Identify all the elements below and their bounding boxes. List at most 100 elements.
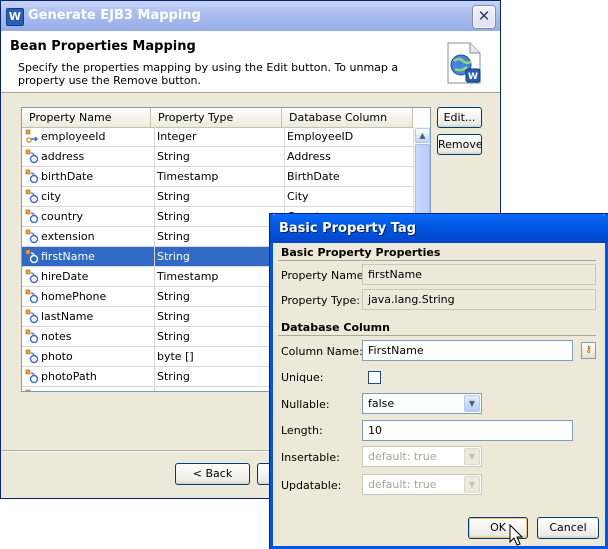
- property-type-cell: byte []: [154, 347, 281, 366]
- scroll-up-icon[interactable]: ▲: [415, 128, 430, 143]
- property-type-cell: Integer: [154, 127, 281, 146]
- edit-button[interactable]: Edit...: [437, 107, 482, 128]
- section-divider: [278, 335, 596, 336]
- property-type-cell: String: [154, 187, 281, 206]
- wizard-icon: W: [447, 42, 481, 84]
- database-column-cell: EmployeeID: [284, 127, 413, 146]
- basic-property-tag-dialog: Basic Property Tag Basic Property Proper…: [270, 214, 608, 549]
- property-name-label: Property Name:: [281, 269, 368, 282]
- wizard-banner: Bean Properties Mapping Specify the prop…: [1, 31, 500, 93]
- title-bar[interactable]: W Generate EJB3 Mapping ✕: [1, 1, 500, 31]
- chevron-down-icon[interactable]: ▼: [464, 395, 480, 412]
- property-type-text: String: [157, 150, 190, 163]
- property-type-field: java.lang.String: [362, 289, 596, 310]
- property-type-cell: Timestamp: [154, 267, 281, 286]
- property-icon: [25, 309, 39, 324]
- close-button[interactable]: ✕: [473, 6, 495, 28]
- window-title: Generate EJB3 Mapping: [28, 8, 201, 23]
- remove-button[interactable]: Remove: [437, 134, 483, 155]
- popup-title: Basic Property Tag: [279, 221, 416, 236]
- column-header-property-type[interactable]: Property Type: [151, 108, 282, 127]
- property-name-cell: birthDate: [41, 170, 94, 183]
- table-header: Property Name Property Type Database Col…: [22, 108, 413, 128]
- table-row[interactable]: city String City: [22, 187, 413, 207]
- property-type-text: String: [157, 250, 190, 263]
- property-type-text: String: [157, 190, 190, 203]
- property-name-cell: notes: [41, 330, 72, 343]
- insertable-value: default: true: [368, 450, 437, 463]
- property-name-cell: homePhone: [41, 290, 107, 303]
- property-type-label: Property Type:: [281, 294, 361, 307]
- database-column-text: EmployeeID: [287, 130, 354, 143]
- updatable-value: default: true: [368, 478, 437, 491]
- property-type-text: [155, 390, 157, 391]
- database-column-cell: City: [284, 187, 413, 206]
- property-icon: [25, 329, 39, 344]
- mouse-pointer-icon: [509, 524, 523, 546]
- table-row[interactable]: address String Address: [22, 147, 413, 167]
- database-column-text: Address: [287, 150, 331, 163]
- cancel-button[interactable]: Cancel: [537, 517, 599, 539]
- property-icon: [25, 269, 39, 284]
- length-input[interactable]: 10: [362, 420, 573, 441]
- property-type-cell: String: [154, 307, 281, 326]
- property-type-cell: String: [154, 327, 281, 346]
- database-column-cell: BirthDate: [284, 167, 413, 186]
- property-type-text: Integer: [157, 130, 197, 143]
- nullable-value: false: [368, 397, 395, 410]
- property-type-text: Timestamp: [157, 270, 219, 283]
- svg-text:W: W: [468, 72, 478, 82]
- property-type-text: String: [157, 230, 190, 243]
- property-name-cell: [41, 387, 149, 391]
- property-type-text: Timestamp: [157, 170, 219, 183]
- property-icon: [25, 249, 39, 264]
- chevron-down-icon: ▼: [464, 476, 480, 493]
- property-type-cell: [154, 387, 281, 391]
- property-name-cell: extension: [41, 230, 95, 243]
- table-row[interactable]: employeeId Integer EmployeeID: [22, 127, 413, 147]
- property-name-cell: address: [41, 150, 85, 163]
- property-type-text: String: [157, 370, 190, 383]
- updatable-select: default: true ▼: [362, 474, 482, 495]
- key-property-icon: [25, 129, 38, 143]
- property-name-cell: country: [41, 210, 84, 223]
- property-name-field: firstName: [362, 264, 596, 285]
- banner-title: Bean Properties Mapping: [10, 39, 196, 54]
- property-type-cell: String: [154, 207, 281, 226]
- popup-title-bar[interactable]: Basic Property Tag: [270, 214, 608, 243]
- table-row[interactable]: birthDate Timestamp BirthDate: [22, 167, 413, 187]
- unique-checkbox[interactable]: [368, 371, 381, 384]
- property-name-cell: photo: [41, 350, 73, 363]
- property-type-text: String: [157, 210, 190, 223]
- column-header-database-column[interactable]: Database Column: [282, 108, 413, 127]
- database-column-text: BirthDate: [287, 170, 340, 183]
- property-name-cell: lastName: [41, 310, 94, 323]
- unique-label: Unique:: [281, 371, 324, 384]
- database-column-text: City: [287, 190, 309, 203]
- property-type-cell: String: [154, 227, 281, 246]
- nullable-select[interactable]: false ▼: [362, 393, 482, 414]
- property-name-cell: photoPath: [41, 370, 97, 383]
- browse-column-icon[interactable]: ⚷: [581, 342, 596, 359]
- section-database-column: Database Column: [281, 321, 390, 334]
- nullable-label: Nullable:: [281, 398, 330, 411]
- property-name-cell: firstName: [41, 250, 95, 263]
- property-type-cell: String: [154, 367, 281, 386]
- app-icon: W: [6, 8, 24, 26]
- property-icon: [25, 189, 39, 204]
- insertable-select: default: true ▼: [362, 446, 482, 467]
- property-type-text: String: [157, 310, 190, 323]
- property-type-cell: String: [154, 287, 281, 306]
- property-icon: [25, 349, 39, 364]
- property-icon: [25, 289, 39, 304]
- section-basic-property-properties: Basic Property Properties: [281, 246, 441, 259]
- column-name-input[interactable]: FirstName: [362, 340, 573, 361]
- back-button[interactable]: < Back: [175, 463, 250, 485]
- length-label: Length:: [281, 424, 323, 437]
- column-name-label: Column Name:: [281, 345, 363, 358]
- property-type-text: String: [157, 330, 190, 343]
- database-column-cell: Address: [284, 147, 413, 166]
- column-header-property-name[interactable]: Property Name: [22, 108, 151, 127]
- property-type-text: byte []: [157, 350, 194, 363]
- property-type-cell: String: [154, 247, 281, 266]
